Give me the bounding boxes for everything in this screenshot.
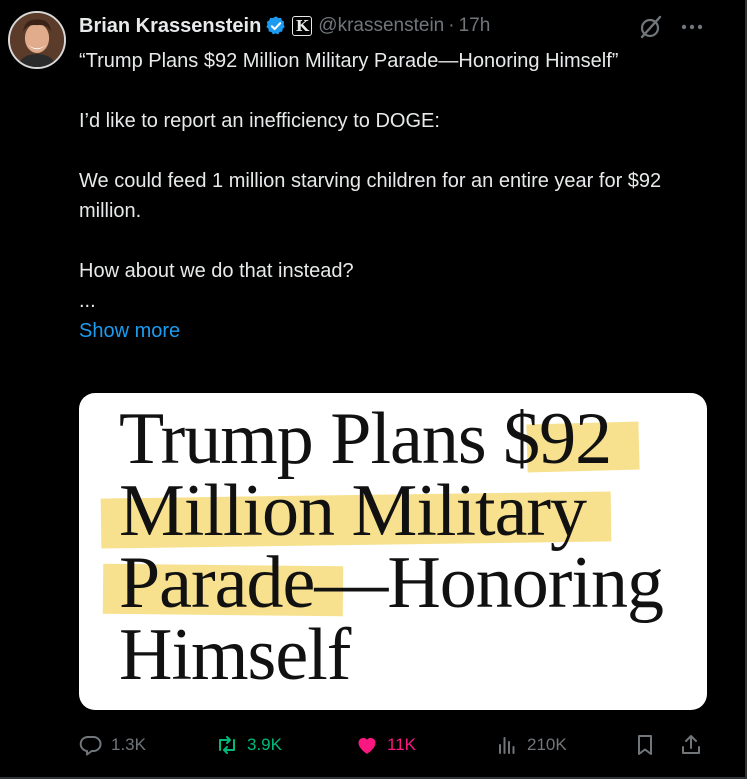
repost-icon <box>219 736 235 754</box>
reply-icon <box>79 735 102 756</box>
show-more-link[interactable]: Show more <box>79 316 719 346</box>
author-name[interactable]: Brian Krassenstein <box>79 15 261 38</box>
card-headline-line: Himself <box>119 614 351 696</box>
repost-count: 3.9K <box>247 735 282 754</box>
heart-icon <box>358 737 376 754</box>
tweet-text: “Trump Plans $92 Million Military Parade… <box>79 46 719 346</box>
article-image-card[interactable]: Trump Plans $92 Million Military Parade—… <box>79 393 707 710</box>
verified-badge-icon[interactable] <box>265 15 287 37</box>
report-line: I’d like to report an inefficiency to DO… <box>79 110 440 132</box>
question-line: How about we do that instead? <box>79 260 354 282</box>
separator-dot: · <box>448 15 455 36</box>
bookmark-button[interactable] <box>633 730 657 760</box>
views-chart-icon <box>499 737 515 754</box>
ellipsis: ... <box>79 290 96 312</box>
more-options-icon[interactable] <box>678 14 706 40</box>
action-bar: 1.3K 3.9K 11K 210K <box>79 730 709 760</box>
card-headline-line: Trump Plans $92 <box>119 398 612 480</box>
tweet-header: Brian Krassenstein K @krassenstein · 17h <box>79 12 490 40</box>
quote-line: “Trump Plans $92 Million Military Parade… <box>79 50 619 72</box>
timestamp[interactable]: 17h <box>459 15 491 37</box>
card-headline: Trump Plans $92 Million Military Parade—… <box>119 398 699 696</box>
avatar-photo-icon <box>10 13 64 67</box>
affiliate-badge-icon[interactable]: K <box>292 16 313 36</box>
share-icon <box>682 735 700 754</box>
feed-line: We could feed 1 million starving childre… <box>79 170 662 222</box>
author-handle[interactable]: @krassenstein <box>318 15 444 37</box>
like-button[interactable]: 11K <box>355 730 416 760</box>
bookmark-icon <box>638 735 652 755</box>
views-count: 210K <box>527 735 567 754</box>
avatar[interactable] <box>8 11 66 69</box>
reply-count: 1.3K <box>111 735 146 754</box>
repost-button[interactable]: 3.9K <box>215 730 282 760</box>
grok-icon[interactable] <box>638 14 664 40</box>
like-count: 11K <box>387 735 416 754</box>
reply-button[interactable]: 1.3K <box>79 730 146 760</box>
views-button[interactable]: 210K <box>495 730 567 760</box>
card-headline-line: Million Military <box>119 470 587 552</box>
share-button[interactable] <box>679 730 703 760</box>
card-headline-line: Parade—Honoring <box>119 542 664 624</box>
